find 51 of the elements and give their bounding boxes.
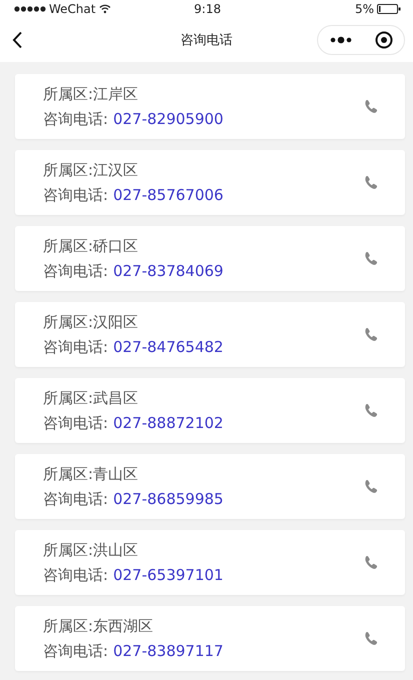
phone-label: 咨询电话:	[43, 640, 108, 662]
district-label: 所属区:青山区	[43, 464, 140, 484]
phone-icon[interactable]	[363, 554, 379, 570]
phone-label: 咨询电话:	[43, 564, 108, 586]
phone-number[interactable]: 027-83784069	[113, 260, 224, 282]
district-label: 所属区:江汉区	[43, 160, 140, 180]
phone-number[interactable]: 027-85767006	[113, 184, 224, 206]
back-icon[interactable]	[12, 31, 23, 49]
signal-icon	[14, 6, 46, 12]
battery-percent: 5%	[354, 2, 374, 16]
more-icon[interactable]	[330, 36, 352, 44]
district-label: 所属区:洪山区	[43, 540, 140, 560]
contact-card[interactable]: 所属区:武昌区 咨询电话: 027-88872102	[15, 378, 405, 443]
phone-label: 咨询电话:	[43, 412, 108, 434]
phone-number[interactable]: 027-84765482	[113, 336, 224, 358]
phone-icon[interactable]	[363, 630, 379, 646]
phone-label: 咨询电话:	[43, 260, 108, 282]
contact-card[interactable]: 所属区:硚口区 咨询电话: 027-83784069	[15, 226, 405, 291]
contact-card[interactable]: 所属区:江岸区 咨询电话: 027-82905900	[15, 74, 405, 139]
district-label: 所属区:汉阳区	[43, 312, 140, 332]
battery-icon	[376, 4, 401, 14]
phone-number[interactable]: 027-86859985	[113, 488, 224, 510]
phone-number[interactable]: 027-82905900	[113, 108, 224, 130]
phone-icon[interactable]	[363, 174, 379, 190]
district-label: 所属区:硚口区	[43, 236, 140, 256]
district-label: 所属区:江岸区	[43, 84, 140, 104]
phone-number[interactable]: 027-65397101	[113, 564, 224, 586]
phone-icon[interactable]	[363, 98, 379, 114]
carrier-name: WeChat	[49, 2, 96, 16]
phone-number[interactable]: 027-83897117	[113, 640, 224, 662]
phone-icon[interactable]	[363, 402, 379, 418]
contact-card[interactable]: 所属区:东西湖区 咨询电话: 027-83897117	[15, 606, 405, 671]
contact-card[interactable]: 所属区:洪山区 咨询电话: 027-65397101	[15, 530, 405, 595]
wifi-icon	[98, 4, 111, 14]
phone-label: 咨询电话:	[43, 184, 108, 206]
contact-card[interactable]: 所属区:江汉区 咨询电话: 027-85767006	[15, 150, 405, 215]
district-label: 所属区:东西湖区	[43, 616, 154, 636]
capsule-menu[interactable]	[317, 25, 405, 55]
contact-card[interactable]: 所属区:汉阳区 咨询电话: 027-84765482	[15, 302, 405, 367]
phone-label: 咨询电话:	[43, 336, 108, 358]
district-label: 所属区:武昌区	[43, 388, 140, 408]
phone-icon[interactable]	[363, 478, 379, 494]
phone-icon[interactable]	[363, 250, 379, 266]
page-title: 咨询电话	[180, 32, 232, 49]
close-icon[interactable]	[374, 31, 392, 49]
status-time: 9:18	[194, 2, 221, 16]
contact-card[interactable]: 所属区:青山区 咨询电话: 027-86859985	[15, 454, 405, 519]
phone-label: 咨询电话:	[43, 488, 108, 510]
phone-number[interactable]: 027-88872102	[113, 412, 224, 434]
phone-label: 咨询电话:	[43, 108, 108, 130]
phone-icon[interactable]	[363, 326, 379, 342]
